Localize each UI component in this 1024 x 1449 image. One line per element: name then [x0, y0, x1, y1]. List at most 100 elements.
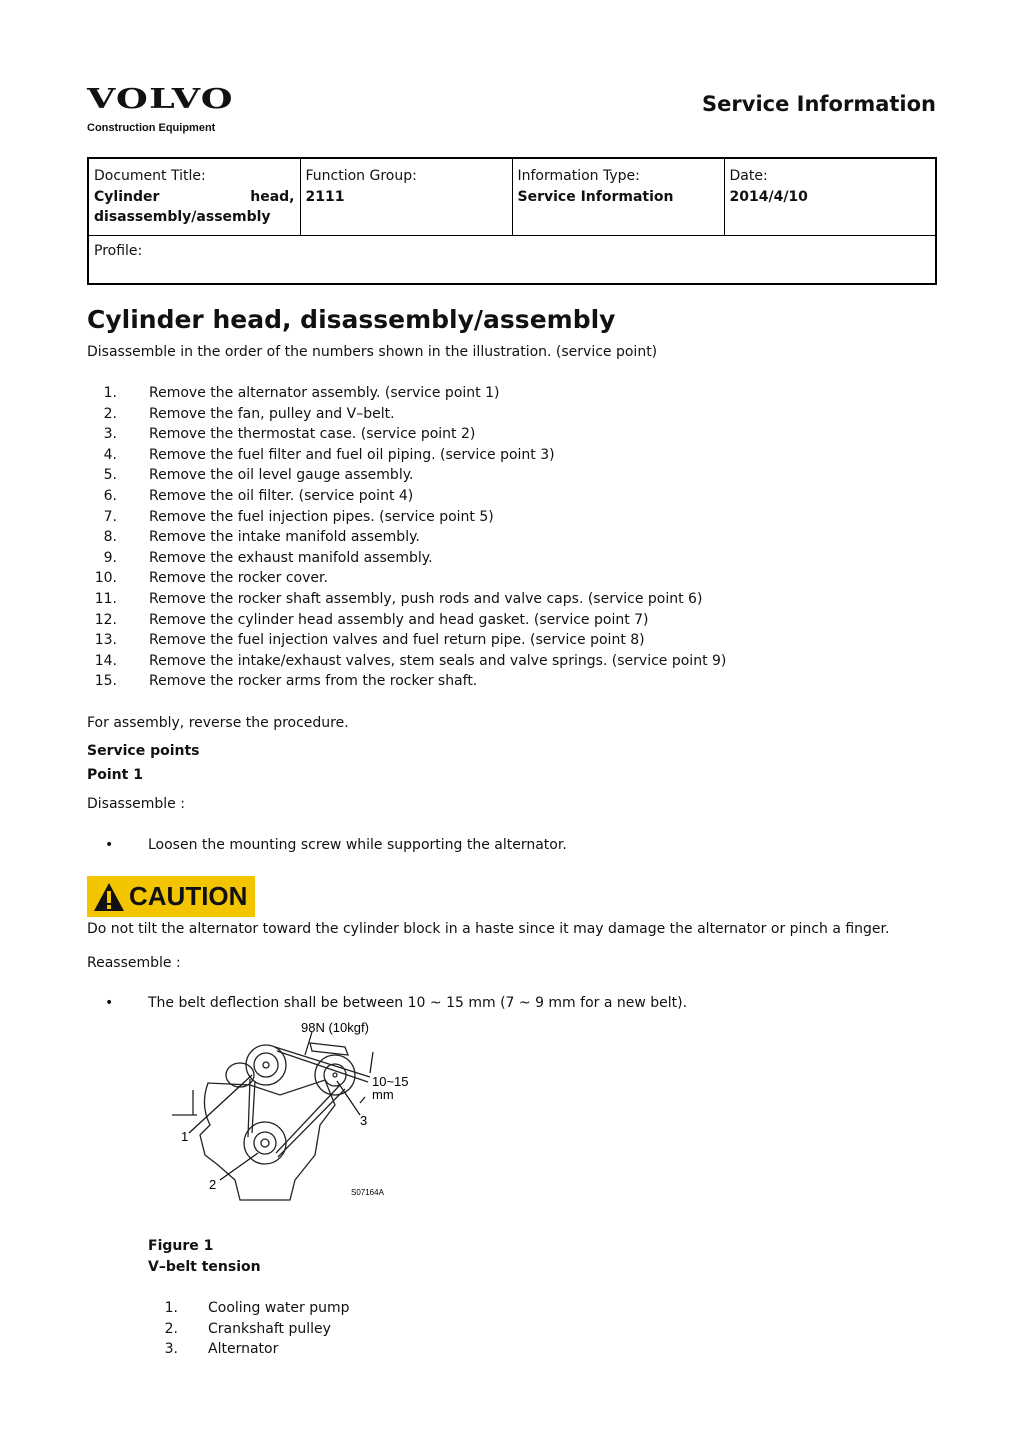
caution-label: CAUTION [129, 881, 248, 911]
document-title-cell: Document Title: Cylinder head, disassembl… [87, 157, 301, 236]
intro-text: Disassemble in the order of the numbers … [87, 344, 658, 360]
list-item: 2. Remove the fan, pulley and V–belt. [87, 404, 726, 425]
deflection-unit: mm [372, 1087, 394, 1102]
disassemble-bullet-text: Loosen the mounting screw while supporti… [148, 837, 567, 853]
item-text: Remove the fan, pulley and V–belt. [149, 405, 395, 422]
force-label: 98N (10kgf) [301, 1020, 369, 1035]
date-cell: Date: 2014/4/10 [723, 157, 937, 236]
caution-badge: CAUTION [87, 876, 255, 917]
item-text: Remove the fuel injection pipes. (servic… [149, 508, 494, 525]
service-points-heading: Service points [87, 743, 200, 759]
profile-cell: Profile: [87, 234, 937, 284]
item-text: Remove the exhaust manifold assembly. [149, 549, 433, 566]
value: head, [250, 188, 295, 205]
function-group-cell: Function Group: 2111 [299, 157, 513, 236]
list-item: 14. Remove the intake/exhaust valves, ste… [87, 651, 727, 672]
item-number: 6. [103, 487, 117, 504]
item-text: Remove the fuel injection valves and fue… [149, 632, 645, 649]
item-number: 1. [103, 385, 117, 401]
reassemble-bullet-text: The belt deflection shall be between 10 … [148, 995, 688, 1011]
volvo-logo: VOLVO [87, 84, 234, 115]
item-text: Remove the cylinder head assembly and he… [149, 611, 649, 628]
label: Date: [729, 168, 768, 184]
item-text: Remove the thermostat case. (service poi… [149, 426, 476, 443]
item-text: Remove the fuel filter and fuel oil pipi… [149, 446, 555, 463]
logo-subtitle: Construction Equipment [87, 122, 216, 134]
list-item: 8. Remove the intake manifold assembly. [87, 527, 726, 548]
item-number: 15. [94, 673, 117, 690]
page-title: Cylinder head, disassembly/assembly [87, 305, 616, 334]
list-item: 4. Remove the fuel filter and fuel oil pi… [87, 445, 726, 466]
list-item: 2. Crankshaft pulley [148, 1319, 350, 1340]
figure-legend: 1. Cooling water pump 2. Crankshaft pulley 3… [148, 1298, 350, 1360]
reassemble-label: Reassemble : [87, 955, 181, 971]
item-text: Remove the intake/exhaust valves, stem s… [149, 652, 727, 669]
list-item: 10. Remove the rocker cover. [87, 568, 726, 589]
item-text: Alternator [208, 1341, 279, 1358]
list-item: 3. Remove the thermostat case. (service p… [87, 424, 726, 445]
item-text: Remove the rocker arms from the rocker s… [149, 673, 478, 690]
callout-2: 2 [209, 1177, 216, 1192]
item-number: 4. [103, 446, 117, 463]
item-text: Crankshaft pulley [208, 1320, 331, 1337]
list-item: 9. Remove the exhaust manifold assembly. [87, 548, 726, 569]
value: 2111 [305, 188, 345, 205]
value: Cylinder [94, 188, 160, 205]
warning-triangle-icon [94, 882, 124, 911]
list-item: 3. Alternator [148, 1339, 350, 1360]
list-item: 13. Remove the fuel injection valves and … [87, 630, 726, 651]
item-text: Remove the oil level gauge assembly. [149, 467, 414, 484]
list-item: 6. Remove the oil filter. (service point … [87, 486, 726, 507]
caution-text: Do not tilt the alternator toward the cy… [87, 921, 890, 937]
item-text: Remove the alternator assembly. (service… [149, 385, 500, 401]
figure-caption-subtitle: V–belt tension [148, 1259, 261, 1275]
item-number: 14. [94, 652, 117, 669]
list-item: 11. Remove the rocker shaft assembly, pus… [87, 589, 726, 610]
item-text: Remove the rocker shaft assembly, push r… [149, 590, 703, 607]
callout-1: 1 [181, 1129, 188, 1144]
value: Service Information [517, 188, 674, 205]
item-text: Remove the oil filter. (service point 4) [149, 487, 414, 504]
item-number: 7. [103, 508, 117, 525]
bullet: • [105, 837, 114, 853]
label: Information Type: [517, 168, 640, 184]
item-number: 12. [94, 611, 117, 628]
disassemble-label: Disassemble : [87, 796, 185, 812]
label: Profile: [94, 242, 143, 259]
list-item: 12. Remove the cylinder head assembly and… [87, 610, 726, 631]
value: disassembly/assembly [94, 209, 271, 225]
disassembly-steps: 1. Remove the alternator assembly. (servi… [87, 383, 727, 692]
value: 2014/4/10 [729, 188, 808, 205]
list-item: 5. Remove the oil level gauge assembly. [87, 465, 726, 486]
list-item: 15. Remove the rocker arms from the rocke… [87, 671, 726, 692]
item-number: 5. [103, 467, 117, 484]
service-information-title: Service Information [702, 92, 936, 116]
assembly-note: For assembly, reverse the procedure. [87, 715, 349, 731]
bullet: • [105, 995, 114, 1011]
document-info-table: Document Title: Cylinder head, disassembl… [87, 157, 937, 285]
figure-caption-title: Figure 1 [148, 1238, 214, 1254]
v-belt-tension-illustration: 98N (10kgf) 10~15 mm 1 2 3 S07164A [172, 1020, 409, 1201]
item-number: 2. [164, 1320, 178, 1337]
item-text: Remove the rocker cover. [149, 570, 328, 587]
label: Function Group: [305, 168, 417, 184]
item-number: 10. [94, 570, 117, 587]
callout-3: 3 [360, 1113, 367, 1128]
list-item: 7. Remove the fuel injection pipes. (serv… [87, 507, 726, 528]
item-text: Remove the intake manifold assembly. [149, 529, 420, 546]
item-number: 9. [103, 549, 117, 566]
item-number: 11. [94, 590, 117, 607]
item-number: 2. [103, 405, 117, 422]
list-item: 1. Cooling water pump [148, 1298, 350, 1319]
item-number: 3. [103, 426, 117, 443]
information-type-cell: Information Type: Service Information [511, 157, 725, 236]
item-text: Cooling water pump [208, 1300, 350, 1316]
list-item: 1. Remove the alternator assembly. (servi… [87, 383, 726, 404]
item-number: 8. [103, 529, 117, 546]
item-number: 3. [164, 1341, 178, 1358]
item-number: 1. [164, 1300, 178, 1316]
figure-code: S07164A [351, 1188, 385, 1197]
label: Document Title: [94, 168, 206, 184]
point1-heading: Point 1 [87, 767, 143, 783]
item-number: 13. [94, 632, 117, 649]
